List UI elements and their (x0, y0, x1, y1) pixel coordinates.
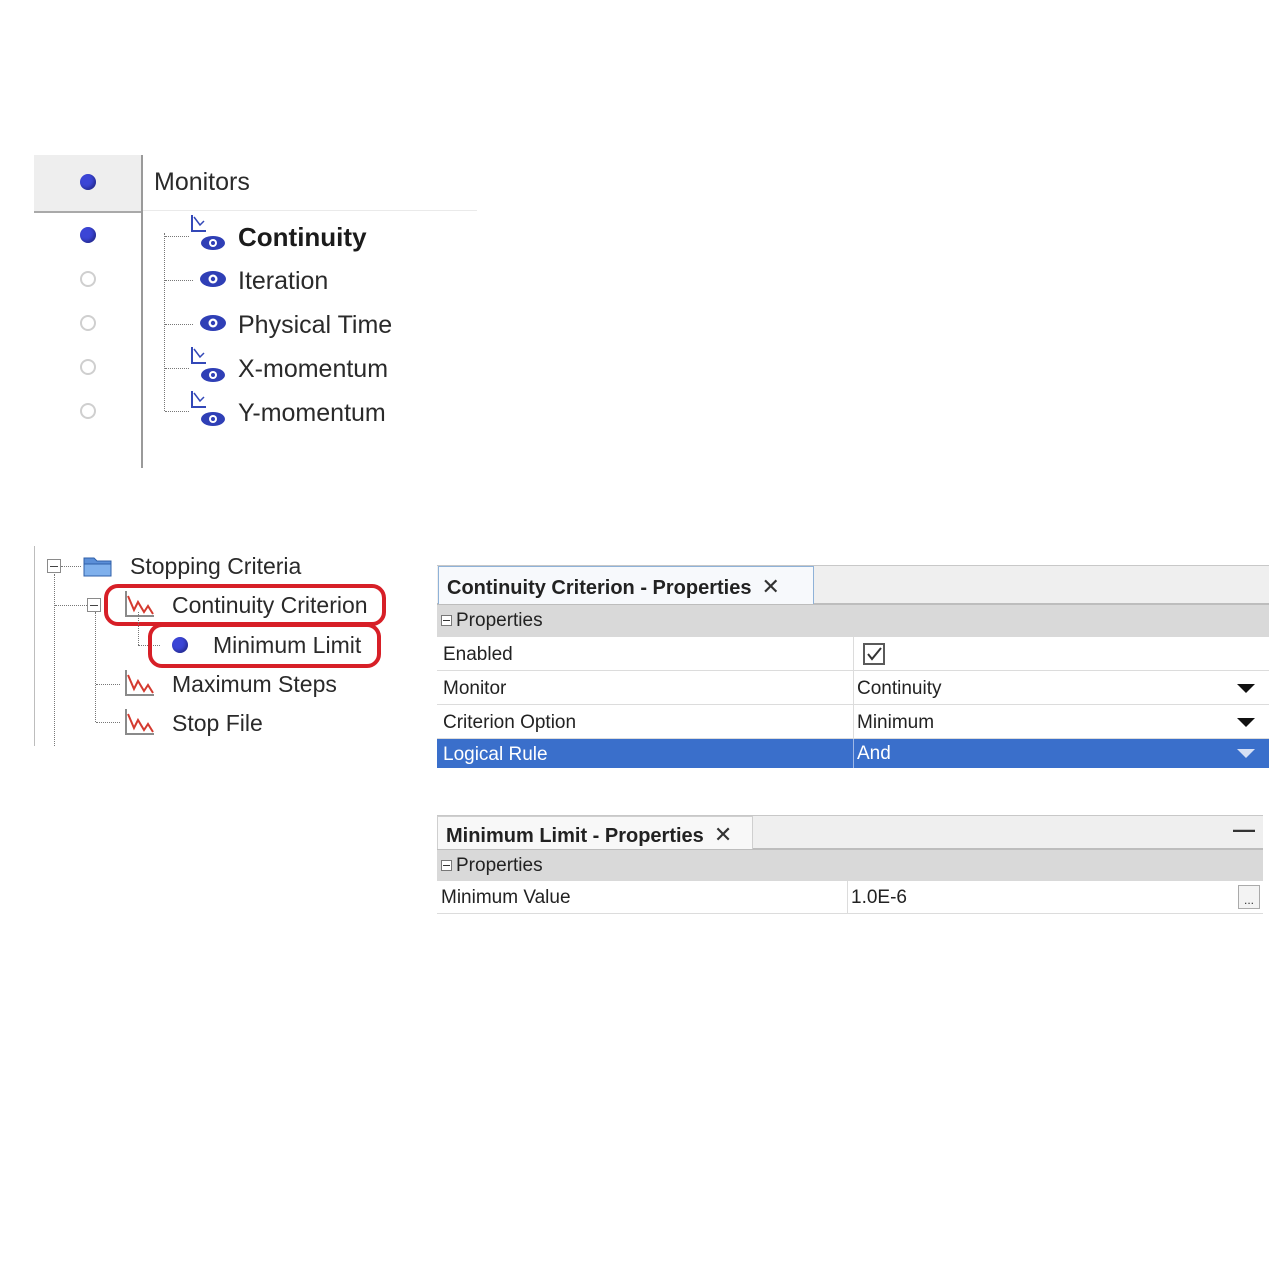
monitor-item-x-momentum[interactable]: X-momentum (238, 355, 388, 384)
monitor-dropdown[interactable]: Continuity (853, 671, 1269, 704)
properties-section-header[interactable]: Properties (437, 605, 1269, 637)
monitors-panel: Monitors Continuity Iteration Physical T… (0, 0, 480, 480)
monitor-select-dot-y-momentum[interactable] (80, 403, 96, 419)
property-row-criterion-option[interactable]: Criterion Option Minimum (437, 705, 1269, 739)
monitor-select-dot-iteration[interactable] (80, 271, 96, 287)
monitors-header-cell (34, 155, 142, 213)
tree-item-maximum-steps[interactable]: Maximum Steps (172, 671, 337, 698)
monitors-title: Monitors (154, 168, 250, 196)
tab-continuity-criterion-properties[interactable]: Continuity Criterion - Properties ✕ (438, 566, 814, 604)
collapse-toggle-continuity-criterion[interactable] (87, 598, 101, 612)
folder-icon (83, 557, 112, 577)
monitor-select-dot-continuity[interactable] (80, 227, 96, 243)
criterion-chart-icon (125, 709, 154, 735)
minimum-value-field[interactable]: 1.0E-6 ... (847, 881, 1263, 913)
eye-icon (200, 315, 226, 331)
tree-item-stopping-criteria[interactable]: Stopping Criteria (130, 553, 301, 580)
tab-title: Minimum Limit - Properties (446, 825, 704, 847)
close-icon[interactable]: ✕ (714, 822, 732, 847)
highlight-outline-minimum-limit (148, 623, 381, 668)
criterion-option-dropdown[interactable]: Minimum (853, 705, 1269, 738)
tab-title: Continuity Criterion - Properties (447, 577, 752, 599)
monitor-item-physical-time[interactable]: Physical Time (238, 311, 392, 340)
enabled-checkbox[interactable] (863, 643, 885, 665)
eye-icon (200, 271, 226, 287)
logical-rule-dropdown[interactable]: And (853, 739, 1269, 768)
collapse-toggle-stopping-criteria[interactable] (47, 559, 61, 573)
property-row-minimum-value[interactable]: Minimum Value 1.0E-6 ... (437, 881, 1263, 914)
tab-minimum-limit-properties[interactable]: Minimum Limit - Properties ✕ (437, 816, 753, 849)
monitor-item-iteration[interactable]: Iteration (238, 267, 328, 296)
monitor-select-dot-x-momentum[interactable] (80, 359, 96, 375)
collapse-section-icon[interactable] (441, 615, 452, 627)
dropdown-arrow-icon[interactable] (1237, 749, 1255, 758)
highlight-outline-continuity-criterion (104, 584, 386, 626)
property-row-logical-rule[interactable]: Logical Rule And (437, 739, 1269, 768)
minimum-limit-properties-panel: Minimum Limit - Properties ✕ — Properties… (437, 815, 1263, 915)
properties-section-header[interactable]: Properties (437, 850, 1263, 881)
monitors-header-dot[interactable] (80, 174, 96, 190)
close-icon[interactable]: ✕ (761, 574, 779, 599)
plot-eye-icon (191, 215, 225, 250)
tree-item-stop-file[interactable]: Stop File (172, 710, 263, 737)
dropdown-arrow-icon[interactable] (1237, 718, 1255, 727)
monitor-item-y-momentum[interactable]: Y-momentum (238, 399, 386, 428)
plot-eye-icon (191, 391, 225, 426)
checkmark-icon (867, 647, 882, 661)
minimize-icon[interactable]: — (1233, 817, 1255, 843)
property-row-monitor[interactable]: Monitor Continuity (437, 671, 1269, 705)
collapse-section-icon[interactable] (441, 860, 452, 872)
monitor-item-continuity[interactable]: Continuity (238, 222, 367, 253)
dropdown-arrow-icon[interactable] (1237, 684, 1255, 693)
property-row-enabled[interactable]: Enabled (437, 637, 1269, 671)
plot-eye-icon (191, 347, 225, 382)
criterion-chart-icon (125, 670, 154, 696)
continuity-criterion-properties-panel: Continuity Criterion - Properties ✕ Prope… (437, 565, 1269, 768)
monitor-select-dot-physical-time[interactable] (80, 315, 96, 331)
edit-value-button[interactable]: ... (1238, 885, 1260, 909)
